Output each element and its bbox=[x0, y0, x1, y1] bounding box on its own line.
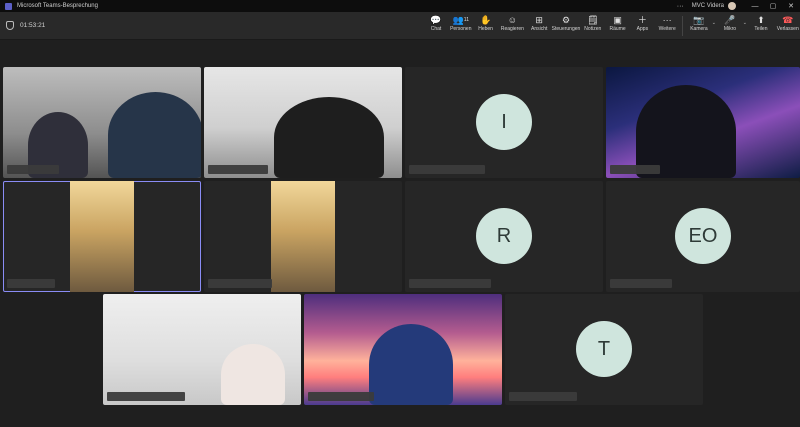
participant-nameplate bbox=[610, 165, 660, 174]
raise-hand-button[interactable]: ✋ Heben bbox=[474, 14, 498, 36]
participant-video bbox=[221, 344, 285, 405]
participant-avatar: I bbox=[476, 94, 532, 150]
video-tile[interactable] bbox=[204, 67, 402, 178]
controls-icon: ⚙ bbox=[561, 15, 571, 25]
more-button[interactable]: ··· Weitere bbox=[655, 14, 679, 36]
participant-nameplate bbox=[409, 165, 485, 174]
participant-nameplate bbox=[509, 392, 577, 401]
people-icon: 👥11 bbox=[452, 15, 469, 25]
participant-video bbox=[274, 97, 384, 178]
video-tile[interactable]: I bbox=[405, 67, 603, 178]
apps-button[interactable]: ＋ Apps bbox=[630, 14, 654, 36]
share-button[interactable]: ⬆ Teilen bbox=[749, 14, 773, 36]
camera-options-chevron-icon[interactable]: ⌄ bbox=[712, 20, 716, 36]
chat-icon: 💬 bbox=[430, 15, 442, 25]
ellipsis-icon: ··· bbox=[662, 15, 672, 25]
camera-icon: 📷 bbox=[693, 15, 705, 25]
maximize-icon[interactable]: ▢ bbox=[764, 2, 782, 10]
participant-nameplate bbox=[308, 392, 374, 401]
participant-avatar: T bbox=[576, 321, 632, 377]
toolbar-actions: 💬 Chat 👥11 Personen ✋ Heben ☺ Reagieren … bbox=[424, 14, 800, 36]
view-button[interactable]: ⊞ Ansicht bbox=[527, 14, 551, 36]
video-tile[interactable]: R bbox=[405, 181, 603, 292]
participant-nameplate bbox=[409, 279, 491, 288]
chat-button[interactable]: 💬 Chat bbox=[424, 14, 448, 36]
video-tile[interactable] bbox=[103, 294, 301, 405]
participant-nameplate bbox=[208, 165, 268, 174]
video-tile[interactable] bbox=[606, 67, 800, 178]
leave-button[interactable]: ☎ Verlassen bbox=[774, 14, 800, 36]
video-tile-active[interactable] bbox=[3, 181, 201, 292]
participant-video bbox=[271, 181, 335, 292]
minimize-icon[interactable]: — bbox=[746, 3, 764, 10]
rooms-icon: ▣ bbox=[613, 15, 622, 25]
video-gallery: I R EO T bbox=[0, 40, 800, 427]
toolbar-divider bbox=[681, 16, 683, 36]
video-tile[interactable] bbox=[304, 294, 502, 405]
mic-options-chevron-icon[interactable]: ⌄ bbox=[743, 20, 747, 36]
participant-video bbox=[70, 181, 134, 292]
video-tile[interactable] bbox=[204, 181, 402, 292]
window-title: Microsoft Teams-Besprechung bbox=[17, 3, 98, 9]
rooms-button[interactable]: ▣ Räume bbox=[606, 14, 630, 36]
people-button[interactable]: 👥11 Personen bbox=[449, 14, 473, 36]
meeting-toolbar: 01:53:21 💬 Chat 👥11 Personen ✋ Heben ☺ R… bbox=[0, 12, 800, 40]
participant-nameplate bbox=[7, 165, 59, 174]
controls-button[interactable]: ⚙ Steuerungen bbox=[552, 14, 581, 36]
account-name[interactable]: MVC Videra bbox=[692, 3, 724, 9]
meeting-timer: 01:53:21 bbox=[6, 21, 45, 30]
participant-nameplate bbox=[610, 279, 672, 288]
share-icon: ⬆ bbox=[757, 15, 765, 25]
participant-video bbox=[369, 324, 453, 405]
more-options-icon[interactable]: ··· bbox=[677, 3, 684, 10]
close-icon[interactable]: ✕ bbox=[782, 2, 800, 10]
participant-nameplate bbox=[107, 392, 185, 401]
notes-button[interactable]: 🗒 Notizen bbox=[581, 14, 605, 36]
shield-icon bbox=[6, 21, 14, 30]
smiley-icon: ☺ bbox=[507, 15, 517, 25]
window-titlebar: Microsoft Teams-Besprechung ··· MVC Vide… bbox=[0, 0, 800, 12]
account-avatar[interactable] bbox=[728, 2, 736, 10]
participant-avatar: R bbox=[476, 208, 532, 264]
mic-button[interactable]: 🎤 Mikro bbox=[718, 14, 742, 36]
elapsed-time: 01:53:21 bbox=[20, 22, 46, 29]
camera-button[interactable]: 📷 Kamera bbox=[687, 14, 711, 36]
grid-icon: ⊞ bbox=[535, 15, 543, 25]
video-tile[interactable]: EO bbox=[606, 181, 800, 292]
participant-nameplate bbox=[7, 279, 55, 288]
teams-app-icon bbox=[5, 2, 12, 10]
participant-nameplate bbox=[208, 279, 272, 288]
video-tile[interactable] bbox=[3, 67, 201, 178]
react-button[interactable]: ☺ Reagieren bbox=[498, 14, 526, 36]
phone-hangup-icon: ☎ bbox=[782, 15, 794, 25]
participant-video bbox=[108, 92, 201, 178]
participant-avatar: EO bbox=[675, 208, 731, 264]
notes-icon: 🗒 bbox=[587, 15, 599, 25]
hand-icon: ✋ bbox=[479, 15, 492, 25]
mic-muted-icon: 🎤 bbox=[724, 15, 736, 25]
apps-plus-icon: ＋ bbox=[637, 15, 647, 25]
video-tile[interactable]: T bbox=[505, 294, 703, 405]
